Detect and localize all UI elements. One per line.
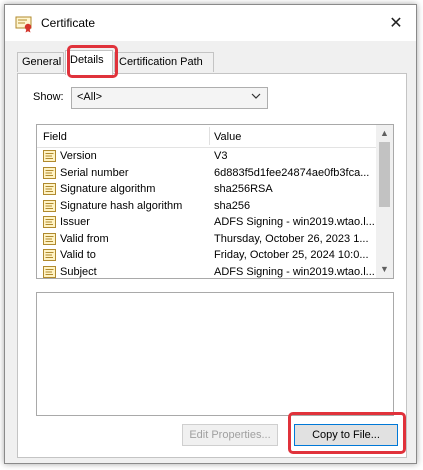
fields-scrollbar[interactable]: ▲ ▼ — [376, 125, 393, 278]
field-name: Valid to — [60, 249, 96, 261]
scroll-down-icon[interactable]: ▼ — [376, 261, 393, 278]
field-value: ADFS Signing - win2019.wtao.l... — [214, 265, 375, 278]
column-header-value[interactable]: Value — [214, 131, 241, 143]
field-value: sha256RSA — [214, 183, 273, 195]
table-row[interactable]: Version V3 — [37, 148, 376, 165]
fields-list-header: Field Value — [37, 125, 376, 148]
table-row[interactable]: Issuer ADFS Signing - win2019.wtao.l... — [37, 214, 376, 231]
tab-certification-path[interactable]: Certification Path — [114, 52, 214, 72]
field-value: 6d883f5d1fee24874ae0fb3fca... — [214, 166, 370, 179]
field-name: Valid from — [60, 232, 109, 245]
scroll-up-icon[interactable]: ▲ — [376, 125, 393, 142]
show-label: Show: — [33, 91, 64, 103]
field-icon — [43, 265, 57, 279]
field-icon — [43, 166, 57, 180]
field-name: Version — [60, 150, 97, 162]
table-row[interactable]: Signature hash algorithm sha256 — [37, 198, 376, 215]
field-name: Signature algorithm — [60, 183, 156, 195]
column-divider[interactable] — [209, 127, 210, 145]
edit-properties-button[interactable]: Edit Properties... — [182, 424, 278, 446]
field-name: Issuer — [60, 216, 90, 228]
window-title: Certificate — [41, 16, 96, 30]
table-row[interactable]: Valid from Thursday, October 26, 2023 1..… — [37, 231, 376, 248]
field-icon — [43, 149, 57, 163]
field-value: sha256 — [214, 199, 251, 212]
tab-strip: General Details Certification Path — [17, 45, 407, 78]
scrollbar-thumb[interactable] — [379, 142, 390, 207]
certificate-dialog: Certificate ✕ General Details Certificat… — [4, 4, 417, 464]
field-value: Thursday, October 26, 2023 1... — [214, 232, 369, 245]
chevron-down-icon — [251, 91, 261, 104]
field-icon — [43, 199, 57, 213]
field-icon — [43, 248, 57, 262]
title-bar: Certificate ✕ — [5, 5, 416, 41]
fields-list[interactable]: Field Value Version V3 Serial number 6d883f… — [36, 124, 394, 279]
field-icon — [43, 232, 57, 246]
certificate-icon — [15, 15, 35, 33]
close-button[interactable]: ✕ — [376, 5, 416, 41]
table-row[interactable]: Serial number 6d883f5d1fee24874ae0fb3fca.… — [37, 165, 376, 182]
field-icon — [43, 182, 57, 196]
details-panel: Show: <All> Field Value Version V3 Serial … — [17, 73, 407, 458]
close-icon: ✕ — [389, 15, 403, 32]
field-value: V3 — [214, 150, 228, 162]
table-row[interactable]: Subject ADFS Signing - win2019.wtao.l... — [37, 264, 376, 279]
tab-general[interactable]: General — [17, 52, 64, 72]
copy-to-file-button[interactable]: Copy to File... — [294, 424, 398, 446]
field-name: Subject — [60, 265, 97, 278]
table-row[interactable]: Signature algorithm sha256RSA — [37, 181, 376, 198]
field-icon — [43, 215, 57, 229]
field-name: Serial number — [60, 166, 129, 179]
tab-details[interactable]: Details — [65, 50, 113, 75]
show-dropdown-value: <All> — [77, 91, 103, 103]
field-name: Signature hash algorithm — [60, 199, 183, 212]
show-dropdown[interactable]: <All> — [71, 87, 268, 109]
field-value: ADFS Signing - win2019.wtao.l... — [214, 216, 375, 228]
table-row[interactable]: Valid to Friday, October 25, 2024 10:0... — [37, 247, 376, 264]
field-value: Friday, October 25, 2024 10:0... — [214, 249, 369, 261]
column-header-field[interactable]: Field — [43, 131, 67, 143]
field-detail-box[interactable] — [36, 292, 394, 416]
